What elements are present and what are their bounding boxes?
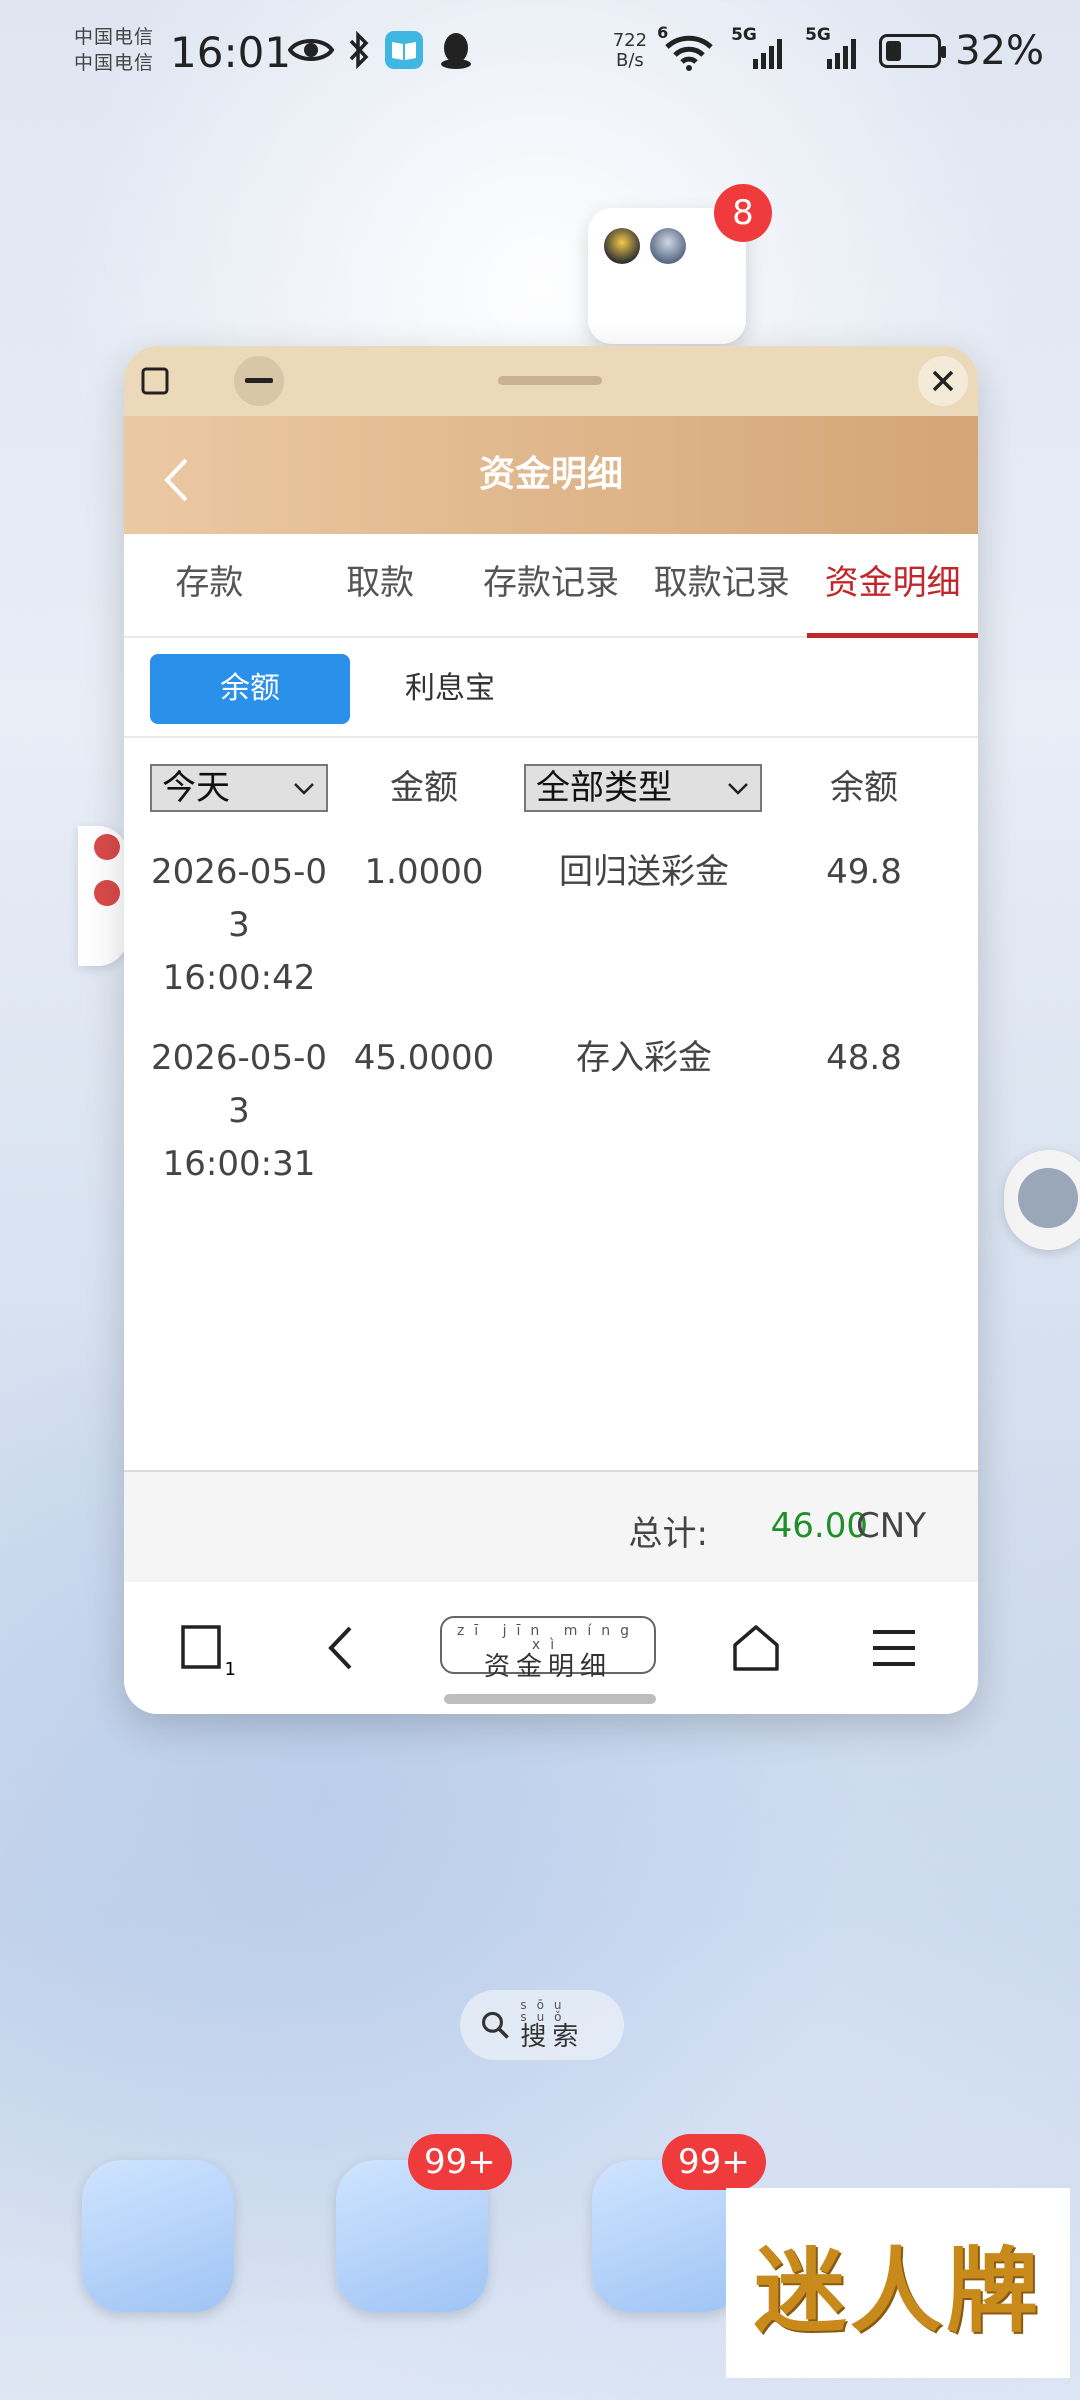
browser-menu-button[interactable] <box>864 1618 924 1678</box>
status-bar: 中国电信 中国电信 16:01 722 B/s 6 5G 5G 32% <box>0 0 1080 110</box>
side-avatar-2 <box>94 880 120 906</box>
window-drag-handle[interactable] <box>498 376 602 385</box>
subtab-balance[interactable]: 余额 <box>150 654 350 724</box>
row-datetime: 2026-05-03 16:00:42 <box>144 846 334 1005</box>
bluetooth-icon <box>349 31 369 69</box>
carrier-line-1: 中国电信 <box>73 26 154 48</box>
floating-window: 资金明细 存款 取款 存款记录 取款记录 资金明细 余额 利息宝 今天 金额 全… <box>124 346 978 1714</box>
side-floating-assistant[interactable] <box>1004 1150 1080 1250</box>
network-speed-value: 722 <box>612 30 648 51</box>
reader-app-icon <box>385 31 423 69</box>
amount-column-header: 金额 <box>390 768 458 808</box>
row-date: 2026-05-03 <box>151 852 327 945</box>
window-home-indicator[interactable] <box>444 1694 656 1704</box>
row-balance: 49.8 <box>826 852 902 892</box>
date-filter-value: 今天 <box>162 768 230 808</box>
signal-sim1-icon: 5G <box>731 25 791 71</box>
table-row: 2026-05-03 16:00:31 45.0000 存入彩金 48.8 <box>124 1028 978 1214</box>
sub-tabs: 余额 利息宝 <box>124 638 978 738</box>
chat-avatar-2 <box>650 228 686 264</box>
system-indicators: 722 B/s 6 5G 5G 32% <box>613 23 1044 74</box>
row-type: 存入彩金 <box>576 1038 712 1078</box>
tabs-button[interactable]: 1 <box>174 1618 236 1680</box>
floating-chat-bubble[interactable]: 8 <box>588 184 772 344</box>
table-header: 今天 金额 全部类型 余额 <box>124 738 978 842</box>
clock: 16:01 <box>170 28 292 77</box>
type-filter-select[interactable]: 全部类型 <box>524 764 762 812</box>
side-floating-chat[interactable] <box>78 826 128 966</box>
page-title: 资金明细 <box>478 454 623 495</box>
date-filter-select[interactable]: 今天 <box>150 764 328 812</box>
browser-back-button[interactable] <box>310 1618 370 1678</box>
row-amount: 1.0000 <box>364 852 484 892</box>
chevron-left-icon <box>328 1626 352 1670</box>
total-value: 46.00 <box>770 1506 868 1546</box>
row-date: 2026-05-03 <box>151 1038 327 1131</box>
assistant-avatar <box>1018 1168 1078 1228</box>
subtab-interest[interactable]: 利息宝 <box>350 654 550 724</box>
carrier-line-2: 中国电信 <box>73 52 154 74</box>
chevron-down-icon <box>294 783 314 795</box>
total-label: 总计: <box>628 1514 708 1554</box>
chat-avatar-1 <box>604 228 640 264</box>
chevron-down-icon <box>728 783 748 795</box>
search-label: 搜索 <box>520 2022 585 2052</box>
page-title-text: 资金明细 <box>483 1652 612 1682</box>
eye-icon <box>288 39 334 61</box>
type-filter-value: 全部类型 <box>536 768 672 808</box>
search-icon <box>482 2011 509 2039</box>
menu-icon <box>873 1630 915 1666</box>
tab-deposit-records[interactable]: 存款记录 <box>466 534 637 636</box>
battery-icon <box>879 34 947 68</box>
row-datetime: 2026-05-03 16:00:31 <box>144 1032 334 1191</box>
signal-sim2-icon: 5G <box>805 25 865 71</box>
main-tabs: 存款 取款 存款记录 取款记录 资金明细 <box>124 534 978 638</box>
home-search-pill[interactable]: sōu suǒ 搜索 <box>460 1990 624 2060</box>
side-avatar-1 <box>94 834 120 860</box>
row-balance: 48.8 <box>826 1038 902 1078</box>
close-window-button[interactable] <box>918 356 968 406</box>
search-pinyin: sōu suǒ <box>520 1998 572 2024</box>
battery-percent: 32% <box>955 28 1044 74</box>
dock-app-camera[interactable] <box>82 2160 234 2312</box>
dock-badge-browser: 99+ <box>662 2134 766 2190</box>
page-header: 资金明细 <box>124 416 978 534</box>
unread-badge: 8 <box>714 184 772 242</box>
balance-column-header: 余额 <box>830 768 898 808</box>
tabs-icon <box>181 1625 221 1669</box>
tab-withdraw[interactable]: 取款 <box>295 534 466 636</box>
row-amount: 45.0000 <box>353 1038 495 1078</box>
watermark-text: 迷人牌 <box>753 2236 1042 2345</box>
watermark-logo: 迷人牌 <box>726 2188 1070 2378</box>
tab-count: 1 <box>224 1659 236 1680</box>
wifi-icon: 6 <box>657 23 717 71</box>
tab-fund-details[interactable]: 资金明细 <box>807 534 978 638</box>
network-speed: 722 B/s <box>613 31 647 71</box>
row-time: 16:00:31 <box>162 1144 316 1184</box>
total-currency: CNY <box>856 1506 926 1546</box>
minimize-icon <box>245 378 273 383</box>
browser-home-button[interactable] <box>726 1618 786 1678</box>
page-title-pinyin: zī jīn míng xì <box>456 1623 640 1653</box>
carrier-label: 中国电信 中国电信 <box>66 24 162 76</box>
dock-badge-messages: 99+ <box>408 2134 512 2190</box>
close-icon <box>932 370 954 392</box>
wifi-badge: 6 <box>657 23 669 42</box>
network-speed-unit: B/s <box>616 50 644 71</box>
browser-page-title[interactable]: zī jīn míng xì 资金明细 <box>440 1616 656 1682</box>
window-title-bar[interactable] <box>124 346 978 416</box>
row-type: 回归送彩金 <box>559 852 729 892</box>
maximize-icon <box>141 367 169 395</box>
tab-deposit[interactable]: 存款 <box>124 534 295 636</box>
minimize-button[interactable] <box>234 356 284 406</box>
row-time: 16:00:42 <box>162 958 316 998</box>
tab-withdraw-records[interactable]: 取款记录 <box>636 534 807 636</box>
maximize-button[interactable] <box>130 356 180 406</box>
qq-icon <box>441 33 471 69</box>
battery-level <box>886 41 902 61</box>
table-row: 2026-05-03 16:00:42 1.0000 回归送彩金 49.8 <box>124 842 978 1028</box>
home-icon <box>733 1625 779 1671</box>
total-summary-bar: 总计: 46.00 CNY <box>124 1470 978 1584</box>
notification-icons <box>288 30 474 70</box>
